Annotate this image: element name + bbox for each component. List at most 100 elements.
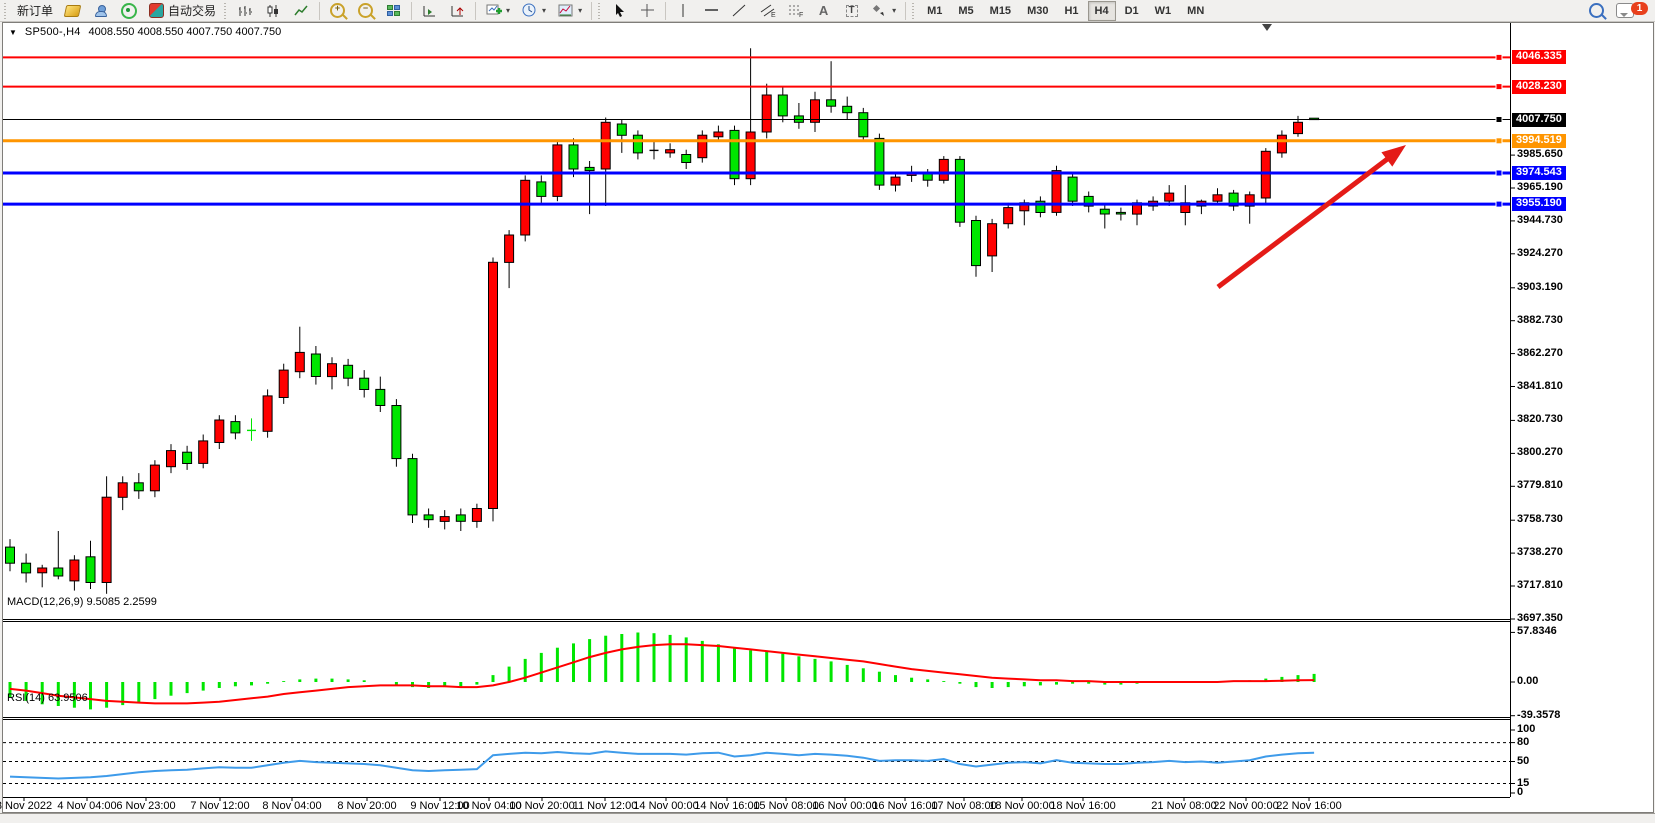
price-axis-label: 3841.810	[1517, 380, 1563, 392]
macd-signal-line	[10, 644, 1314, 703]
candle-body	[1165, 193, 1174, 201]
collapse-triangle-icon[interactable]: ▼	[9, 28, 17, 37]
line-anchor[interactable]	[1496, 170, 1502, 176]
candle-body	[263, 396, 272, 431]
chart-shift-marker-icon[interactable]	[1262, 24, 1272, 31]
candle-body	[762, 95, 771, 132]
price-axis-label: 3903.190	[1517, 281, 1563, 293]
candle-body	[778, 95, 787, 116]
price-badge: 3974.543	[1512, 166, 1566, 180]
candle-body	[633, 135, 642, 153]
date-axis-label: 15 Nov 08:00	[753, 800, 818, 812]
candle-body	[827, 100, 836, 106]
line-anchor[interactable]	[1496, 84, 1502, 90]
price-axis-label: 3820.730	[1517, 413, 1563, 425]
candle-body	[923, 174, 932, 180]
price-axis-label: 3882.730	[1517, 314, 1563, 326]
candle-body	[843, 106, 852, 112]
macd-axis-label: 57.8346	[1517, 625, 1557, 637]
date-axis-label: 18 Nov 16:00	[1050, 800, 1115, 812]
candle-body	[1261, 151, 1270, 198]
candle-body	[730, 130, 739, 178]
candle-body	[150, 465, 159, 491]
candle-body	[714, 132, 723, 137]
candle-body	[199, 441, 208, 464]
candle-body	[939, 159, 948, 180]
price-axis-label: 3924.270	[1517, 247, 1563, 259]
chart-ohlc: 4008.550 4008.550 4007.750 4007.750	[89, 26, 282, 38]
candle-body	[167, 451, 176, 467]
candle-body	[585, 167, 594, 170]
candle-body	[569, 145, 578, 169]
candle-body	[70, 560, 79, 581]
candle-body	[408, 459, 417, 515]
candle-body	[215, 420, 224, 443]
candle-body	[440, 517, 449, 522]
trend-arrow[interactable]	[1218, 157, 1390, 287]
candle-body	[134, 483, 143, 491]
date-axis-label: 22 Nov 00:00	[1213, 800, 1278, 812]
macd-axis-label: 0.00	[1517, 675, 1538, 687]
candle-body	[698, 135, 707, 158]
price-axis-label: 3758.730	[1517, 513, 1563, 525]
date-axis-label: 4 Nov 04:00	[57, 800, 116, 812]
date-axis-label: 7 Nov 12:00	[190, 800, 249, 812]
candle-body	[1294, 122, 1303, 133]
date-axis-label: 6 Nov 23:00	[116, 800, 175, 812]
candle-body	[392, 406, 401, 459]
line-anchor[interactable]	[1496, 201, 1502, 207]
candle-body	[666, 150, 675, 153]
date-axis-label: 8 Nov 20:00	[337, 800, 396, 812]
candle-body	[972, 221, 981, 266]
date-axis-label: 8 Nov 04:00	[262, 800, 321, 812]
candle-body	[376, 389, 385, 405]
candle-body	[54, 568, 63, 576]
candle-body	[505, 235, 514, 262]
candle-body	[472, 509, 481, 522]
date-axis-label: 10 Nov 20:00	[509, 800, 574, 812]
rsi-axis-label: 80	[1517, 736, 1529, 748]
chart-canvas[interactable]	[0, 0, 1655, 823]
candle-body	[102, 497, 111, 582]
price-axis-label: 3779.810	[1517, 479, 1563, 491]
line-anchor[interactable]	[1496, 117, 1502, 123]
price-badge: 4007.750	[1512, 113, 1566, 127]
date-axis-label: 17 Nov 08:00	[931, 800, 996, 812]
price-badge: 4046.335	[1512, 50, 1566, 64]
candle-body	[456, 515, 465, 521]
candle-body	[295, 352, 304, 371]
price-badge: 3955.190	[1512, 197, 1566, 211]
macd-label: MACD(12,26,9) 9.5085 2.2599	[7, 596, 157, 608]
rsi-label: RSI(14) 63.9506	[7, 692, 88, 704]
candle-body	[1277, 135, 1286, 153]
chart-title[interactable]: ▼ SP500-,H4 4008.550 4008.550 4007.750 4…	[9, 26, 281, 38]
date-axis-label: 16 Nov 16:00	[872, 800, 937, 812]
candle-body	[1052, 171, 1061, 213]
candle-body	[311, 354, 320, 377]
candle-body	[1004, 208, 1013, 224]
price-axis-label: 3697.350	[1517, 612, 1563, 624]
candle-body	[231, 422, 240, 433]
candle-body	[344, 365, 353, 378]
candle-body	[875, 138, 884, 185]
candle-body	[1100, 209, 1109, 214]
macd-axis-label: -39.3578	[1517, 709, 1560, 721]
date-axis-label: 11 Nov 12:00	[573, 800, 638, 812]
candle-body	[247, 430, 256, 431]
chart-symbol: SP500-,H4	[25, 26, 81, 38]
candle-body	[955, 159, 964, 222]
line-anchor[interactable]	[1496, 138, 1502, 144]
candle-body	[1116, 212, 1125, 214]
candle-body	[682, 155, 691, 163]
price-axis-label: 3985.650	[1517, 148, 1563, 160]
date-axis-label: 16 Nov 00:00	[812, 800, 877, 812]
candle-body	[891, 177, 900, 185]
line-anchor[interactable]	[1496, 54, 1502, 60]
candle-body	[489, 262, 498, 508]
candle-body	[183, 452, 192, 463]
date-axis-label: 22 Nov 16:00	[1276, 800, 1341, 812]
candle-body	[6, 547, 15, 563]
candle-body	[279, 370, 288, 397]
candle-body	[118, 483, 127, 498]
price-badge: 4028.230	[1512, 80, 1566, 94]
